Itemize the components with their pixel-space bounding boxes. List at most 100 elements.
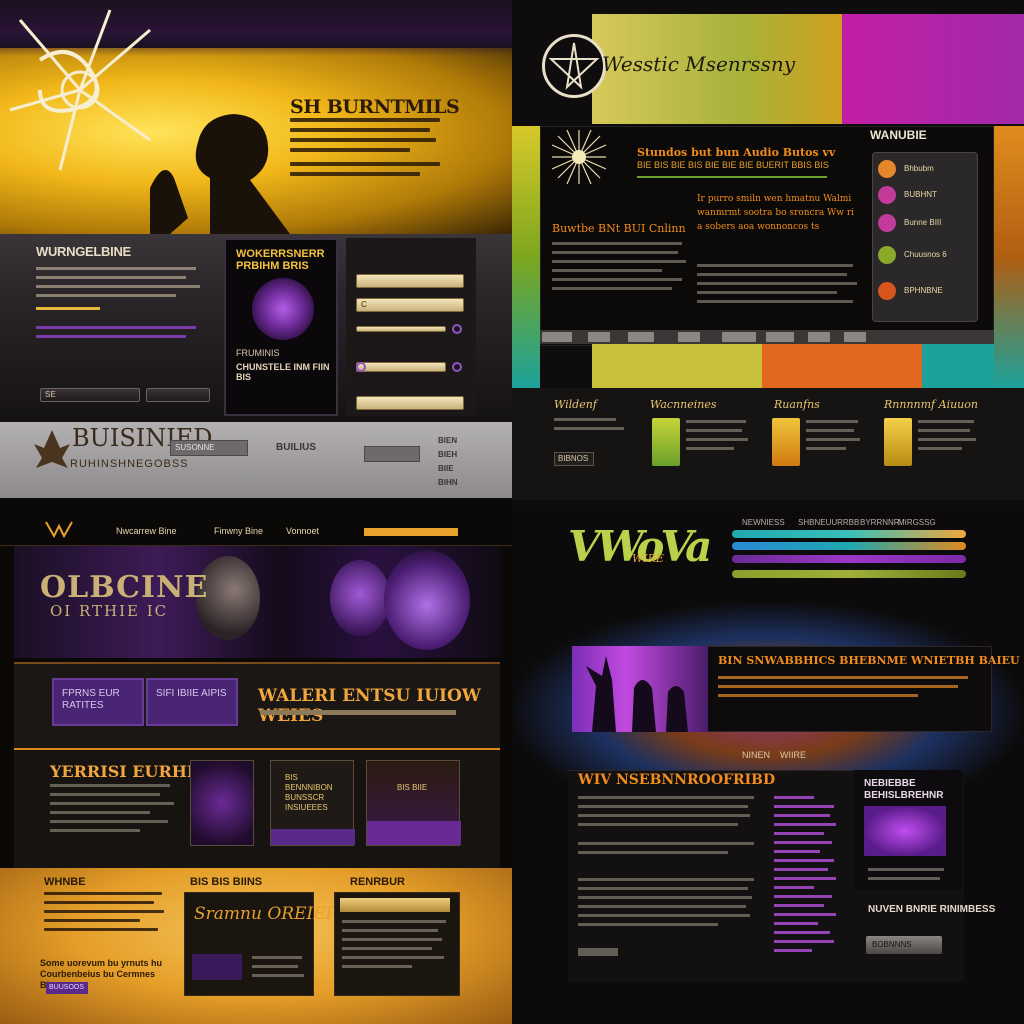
nav-button-2[interactable] bbox=[588, 332, 610, 342]
main-headline: Stundos but bun Audio Butos vv bbox=[637, 146, 836, 159]
footer-button-2[interactable] bbox=[364, 446, 420, 462]
panel-top-left-gold-theme: SH BURNTMILS WURNGELBINE SE WOKERRSNERR … bbox=[0, 0, 512, 512]
left-action-button[interactable]: SE bbox=[40, 388, 140, 402]
nav-button-4[interactable] bbox=[678, 332, 700, 342]
footer-card-script: Sramnu OREIEPS bbox=[194, 904, 349, 924]
nav-button-7[interactable] bbox=[808, 332, 830, 342]
divider bbox=[637, 176, 827, 178]
footer-link-1[interactable]: BUILIUS bbox=[276, 442, 316, 453]
form-field-5[interactable] bbox=[356, 396, 464, 410]
nav-link-1[interactable]: Nwcarrew Bine bbox=[116, 526, 177, 536]
promo-row-title: WALERI ENTSU IUIOW WEIES bbox=[258, 686, 481, 726]
footer-card-2-input[interactable] bbox=[340, 898, 450, 912]
footer-link-2[interactable]: BIEN bbox=[438, 436, 457, 445]
hero-text bbox=[718, 676, 978, 703]
left-gradient-rail bbox=[512, 126, 540, 388]
radio-option-3[interactable] bbox=[452, 362, 462, 372]
nav-button-3[interactable] bbox=[628, 332, 654, 342]
feature-text-4 bbox=[918, 420, 978, 456]
feature-heading-3: Ruanfns bbox=[774, 398, 820, 411]
color-stripe-1 bbox=[732, 530, 966, 538]
intro-column: WURNGELBINE bbox=[36, 244, 212, 344]
nav-link-3[interactable]: Vonnoet bbox=[286, 526, 319, 536]
feature-heading-2: Wacnneines bbox=[650, 398, 717, 411]
radio-option-1[interactable] bbox=[452, 324, 462, 334]
widget-item-3[interactable]: Bunne BIII bbox=[904, 218, 941, 227]
footer-button[interactable]: BUUSOOS bbox=[46, 982, 88, 994]
sidebar-promo-heading: NEBIEBBE BEHISLBREHNR bbox=[864, 778, 944, 801]
gallery-tile-3[interactable]: BIS BIIE bbox=[366, 760, 461, 846]
wings-logo-icon bbox=[45, 521, 73, 538]
magenta-circle-icon[interactable] bbox=[878, 214, 896, 232]
nav-link-3[interactable]: BYRRNNR bbox=[860, 518, 900, 527]
article-more-link[interactable] bbox=[578, 948, 618, 956]
article-sidebar-links[interactable] bbox=[774, 796, 842, 958]
gallery-tile-1-image[interactable] bbox=[190, 760, 254, 846]
footer-text-1 bbox=[44, 892, 168, 937]
feature-card-caption: FRUMINIS bbox=[236, 348, 280, 358]
right-gradient-rail bbox=[994, 126, 1024, 388]
footer-card-1-thumb[interactable] bbox=[192, 954, 242, 980]
form-field-1[interactable] bbox=[356, 274, 464, 288]
feature-card: WOKERRSNERR PRBIHM BRIS FRUMINIS CHUNSTE… bbox=[224, 238, 338, 416]
nav-link-4[interactable]: MIRGSSG bbox=[898, 518, 936, 527]
nav-search-bar[interactable] bbox=[364, 528, 458, 536]
feature-heading-1: Wildenf bbox=[554, 398, 597, 411]
banner-title: OLBCINE bbox=[40, 570, 209, 605]
form-field-4[interactable] bbox=[356, 362, 446, 372]
widget-item-5[interactable]: BPHNBNE bbox=[904, 286, 943, 295]
nav-link-2[interactable]: Finwny Bine bbox=[214, 526, 263, 536]
green-circle-icon[interactable] bbox=[878, 246, 896, 264]
site-logo-text: Wesstic Msenrssny bbox=[602, 52, 796, 76]
feature-card-subcaption: CHUNSTELE INM FIIN BIS bbox=[236, 362, 330, 382]
nav-button-8[interactable] bbox=[844, 332, 866, 342]
site-logo-subtitle: WIRE bbox=[632, 552, 664, 565]
footer-card-1-text bbox=[252, 956, 308, 983]
nav-button-1[interactable] bbox=[542, 332, 572, 342]
amber-swatch bbox=[772, 418, 800, 466]
widget-title: WANUBIE bbox=[870, 128, 927, 142]
widget-item-1[interactable]: Bhbubm bbox=[904, 164, 934, 173]
widget-item-2[interactable]: BUBHNT bbox=[904, 190, 937, 199]
pentagram-emblem-icon bbox=[542, 34, 606, 98]
menu-link-1[interactable]: NINEN bbox=[742, 750, 770, 760]
promo-row-underline bbox=[260, 710, 456, 715]
orange-shield-icon[interactable] bbox=[878, 160, 896, 178]
footer-heading-2: BIS BIS BIINS bbox=[190, 876, 263, 888]
portrait-face-2-image bbox=[330, 560, 390, 636]
footer-logo-subtitle: RUHINSHNEGOBSS bbox=[70, 458, 189, 470]
band-magenta bbox=[842, 14, 1024, 124]
feature-card-heading: WOKERRSNERR PRBIHM BRIS bbox=[236, 248, 325, 272]
form-field-2[interactable]: C bbox=[356, 298, 464, 312]
bottom-edge bbox=[0, 498, 512, 512]
promo-box-2[interactable]: SIFI IBIIE AIPIS bbox=[146, 678, 238, 726]
menu-link-2[interactable]: WIIRE bbox=[780, 750, 806, 760]
nav-button-6[interactable] bbox=[766, 332, 794, 342]
widget-item-4[interactable]: Chuusnos 6 bbox=[904, 250, 947, 259]
section-title: Buwtbe BNt BUI Cnlinn bbox=[552, 222, 686, 235]
gallery-tile-2[interactable]: BIS BENNNIBON BUNSSCR INSIUEEES bbox=[270, 760, 355, 846]
form-field-3[interactable] bbox=[356, 326, 446, 332]
color-stripe-2 bbox=[732, 542, 966, 550]
sidebar-button[interactable]: BOBNNNS bbox=[866, 936, 942, 954]
intro-heading: WURNGELBINE bbox=[36, 244, 131, 259]
promo-box-2-text: SIFI IBIIE AIPIS bbox=[156, 688, 227, 699]
nav-link-1[interactable]: NEWNIESS bbox=[742, 518, 785, 527]
feature-button[interactable]: BIBNOS bbox=[554, 452, 594, 466]
gallery-text bbox=[50, 784, 176, 838]
red-circle-icon[interactable] bbox=[878, 282, 896, 300]
form-field-2-label: C bbox=[361, 300, 367, 309]
footer-link-3[interactable]: BIEH bbox=[438, 450, 457, 459]
right-action-button[interactable] bbox=[146, 388, 210, 402]
footer-link-4[interactable]: BIIE bbox=[438, 464, 454, 473]
sidebar-promo-text bbox=[868, 868, 948, 886]
radio-option-2[interactable] bbox=[356, 362, 366, 372]
promo-box-1[interactable]: FPRNS EUR RATITES bbox=[52, 678, 144, 726]
nav-link-2[interactable]: SHBNEUURRBB bbox=[798, 518, 859, 527]
panel-top-right-rainbow-theme: Wesstic Msenrssny Stundos but bun Audio … bbox=[512, 0, 1024, 512]
nav-button-5[interactable] bbox=[722, 332, 756, 342]
pink-circle-icon[interactable] bbox=[878, 186, 896, 204]
footer-link-5[interactable]: BIHN bbox=[438, 478, 458, 487]
hero-title: SH BURNTMILS bbox=[290, 96, 460, 118]
footer-button[interactable]: SUSONNE bbox=[170, 440, 248, 456]
